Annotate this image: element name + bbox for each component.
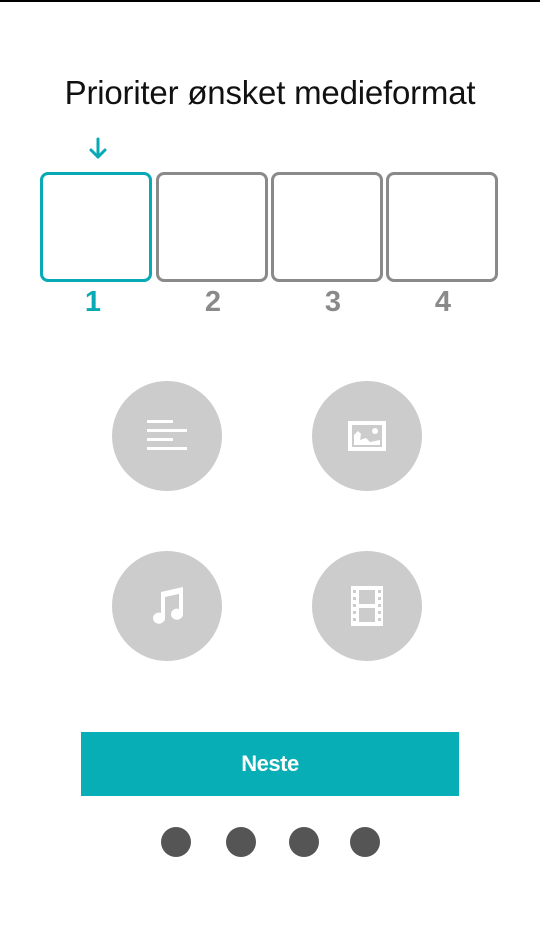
priority-slot-3[interactable] [271, 172, 383, 282]
page-indicator-dot-2[interactable] [226, 827, 256, 857]
priority-slot-1[interactable] [40, 172, 152, 282]
media-text-button[interactable] [112, 381, 222, 491]
priority-number-4: 4 [434, 286, 452, 318]
text-lines-icon [147, 420, 187, 450]
image-icon [348, 421, 386, 451]
film-icon [351, 586, 383, 626]
priority-number-3: 3 [324, 286, 342, 318]
priority-number-1: 1 [84, 286, 102, 318]
page-indicator-dot-4[interactable] [350, 827, 380, 857]
media-audio-button[interactable] [112, 551, 222, 661]
media-image-button[interactable] [312, 381, 422, 491]
media-video-button[interactable] [312, 551, 422, 661]
page-title: Prioriter ønsket medieformat [64, 74, 476, 111]
priority-slots [40, 172, 500, 284]
priority-number-2: 2 [204, 286, 222, 318]
priority-slot-2[interactable] [156, 172, 268, 282]
music-note-icon [153, 587, 184, 624]
arrow-down-icon [89, 137, 107, 159]
priority-slot-4[interactable] [386, 172, 498, 282]
page-indicator-dot-3[interactable] [289, 827, 319, 857]
page-indicator-dot-1[interactable] [161, 827, 191, 857]
next-button[interactable]: Neste [81, 732, 459, 796]
top-border [0, 0, 540, 2]
